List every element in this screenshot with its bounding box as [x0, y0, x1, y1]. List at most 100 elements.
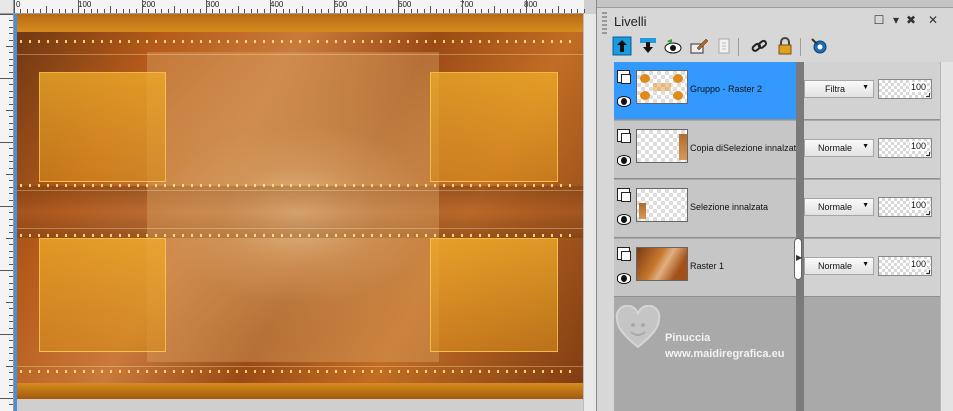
new-mask-layer-icon[interactable]: [638, 36, 658, 56]
ruler-tick: [9, 167, 13, 169]
opacity-field[interactable]: 100: [878, 79, 932, 99]
ruler-tick: [9, 391, 13, 393]
ruler-tick: [564, 9, 566, 13]
ruler-tick: [6, 238, 13, 239]
blend-mode-select[interactable]: Normale ▼: [804, 257, 874, 275]
ruler-tick: [404, 9, 406, 13]
layer-row-gruppo-raster-2[interactable]: Gruppo - Raster 2: [614, 62, 796, 120]
close-icon[interactable]: ✕: [926, 13, 940, 27]
panel-menu-icon[interactable]: ▾: [889, 13, 903, 27]
layer-type-icon[interactable]: [617, 247, 631, 261]
blend-mode-value: Filtra: [825, 84, 845, 94]
view-layers-icon[interactable]: [663, 36, 683, 56]
layer-properties-icon[interactable]: [809, 36, 829, 56]
ruler-tick: [6, 110, 13, 111]
ruler-tick: [9, 263, 13, 265]
gold-panel-bottom-right: [430, 238, 558, 352]
ruler-label: 200: [142, 0, 156, 9]
ruler-tick: [9, 103, 13, 105]
opacity-field[interactable]: 100: [878, 138, 932, 158]
ruler-tick: [84, 9, 86, 13]
ruler-tick: [167, 9, 169, 13]
lock-layer-icon[interactable]: [775, 36, 795, 56]
ruler-tick: [9, 225, 13, 227]
ruler-tick: [526, 0, 527, 13]
canvas-scrollbar[interactable]: [583, 14, 596, 411]
blend-mode-value: Normale: [817, 261, 852, 271]
opacity-value: 100: [909, 82, 927, 92]
splitter-handle[interactable]: ▶: [794, 238, 802, 280]
ruler-tick: [148, 9, 150, 13]
ruler-tick: [558, 6, 559, 13]
blend-mode-select[interactable]: Filtra ▼: [804, 80, 874, 98]
ruler-tick: [0, 206, 13, 207]
ruler-tick: [142, 0, 143, 13]
ruler-tick: [494, 6, 495, 13]
ruler-tick: [289, 9, 291, 13]
ruler-tick: [193, 9, 195, 13]
ruler-tick: [468, 9, 470, 13]
layer-thumbnail: [636, 129, 688, 163]
opacity-value: 100: [909, 200, 927, 210]
blend-mode-select[interactable]: Normale ▼: [804, 198, 874, 216]
layer-group-icon[interactable]: [617, 70, 631, 84]
panel-grip[interactable]: [602, 12, 607, 34]
new-raster-layer-icon[interactable]: [612, 36, 632, 56]
image-stripe: [14, 228, 583, 229]
ruler-tick: [9, 282, 13, 284]
gold-panel-top-left: [39, 72, 166, 182]
delete-layer-icon[interactable]: [714, 36, 734, 56]
ruler-tick: [9, 154, 13, 156]
ruler-tick: [231, 9, 233, 13]
ruler-tick: [372, 9, 374, 13]
ruler-tick: [52, 9, 54, 13]
layer-type-icon[interactable]: [617, 129, 631, 143]
ruler-tick: [9, 257, 13, 259]
image-bottom-band: [14, 383, 583, 399]
ruler-tick: [129, 9, 131, 13]
ruler-tick: [9, 193, 13, 195]
ruler-tick: [218, 9, 220, 13]
opacity-field[interactable]: 100: [878, 256, 932, 276]
edit-layer-icon[interactable]: [689, 36, 709, 56]
ruler-tick: [302, 6, 303, 13]
ruler-tick: [6, 46, 13, 47]
gold-panel-top-right: [430, 72, 558, 182]
link-layers-icon[interactable]: [749, 36, 769, 56]
ruler-guide: [14, 14, 17, 411]
layer-thumbnail: [636, 247, 688, 281]
dotted-border-top: [20, 40, 577, 43]
watermark: Pinuccia www.maidiregrafica.eu: [615, 305, 845, 365]
layer-row-raster-1[interactable]: Raster 1: [614, 239, 796, 297]
watermark-name: Pinuccia: [665, 332, 711, 344]
layer-row-selezione-innalzata[interactable]: Selezione innalzata: [614, 180, 796, 238]
ruler-tick: [506, 9, 508, 13]
ruler-tick: [378, 9, 380, 13]
ruler-tick: [9, 161, 13, 163]
ruler-tick: [186, 9, 188, 13]
ruler-tick: [359, 9, 361, 13]
ruler-label: 500: [334, 0, 348, 9]
pin-icon[interactable]: ✖: [904, 13, 918, 27]
layers-scrollbar[interactable]: [940, 62, 953, 411]
ruler-tick: [103, 9, 105, 13]
ruler-tick: [199, 9, 201, 13]
ruler-tick: [9, 289, 13, 291]
opacity-field[interactable]: 100: [878, 197, 932, 217]
panel-title: Livelli: [614, 14, 647, 29]
ruler-tick: [9, 180, 13, 182]
ruler-tick: [9, 250, 13, 252]
layer-row-copia-selezione[interactable]: Copia diSelezione innalzata: [614, 121, 796, 179]
blend-mode-select[interactable]: Normale ▼: [804, 139, 874, 157]
layer-name: Copia diSelezione innalzata: [690, 143, 796, 153]
canvas-image[interactable]: [14, 14, 583, 399]
ruler-tick: [9, 116, 13, 118]
visibility-eye-icon[interactable]: [617, 214, 631, 225]
visibility-eye-icon[interactable]: [617, 155, 631, 166]
visibility-eye-icon[interactable]: [617, 273, 631, 284]
layer-type-icon[interactable]: [617, 188, 631, 202]
visibility-eye-icon[interactable]: [617, 96, 631, 107]
ruler-label: 300: [206, 0, 220, 9]
ruler-tick: [90, 9, 92, 13]
maximize-icon[interactable]: ☐: [872, 13, 886, 27]
